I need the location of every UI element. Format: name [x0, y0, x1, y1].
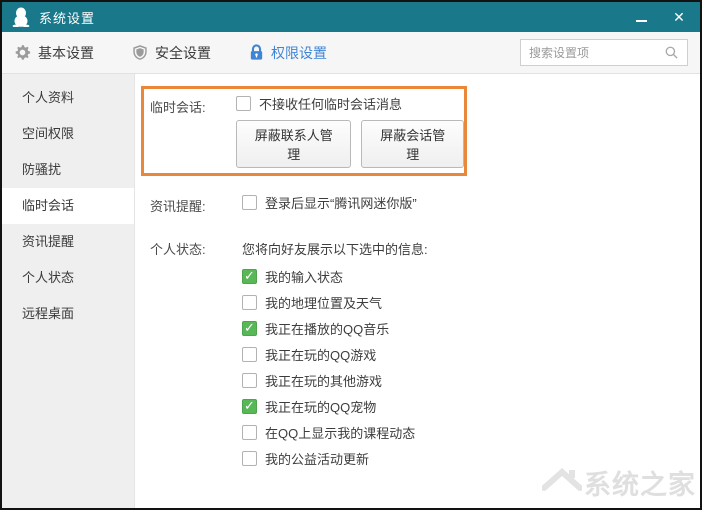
lock-icon — [250, 44, 263, 60]
checkbox-label: 我的地理位置及天气 — [265, 296, 383, 311]
checkbox-label: 我正在玩的其他游戏 — [265, 374, 383, 389]
watermark-house-icon — [542, 467, 582, 491]
status-option-other-games[interactable]: 我正在玩的其他游戏 — [242, 371, 700, 390]
checkbox-label: 我正在播放的QQ音乐 — [265, 322, 390, 337]
checkbox-label: 我正在玩的QQ宠物 — [265, 400, 377, 415]
checkbox[interactable] — [236, 96, 251, 111]
status-option-qq-games[interactable]: 我正在玩的QQ游戏 — [242, 345, 700, 364]
checkbox[interactable] — [242, 398, 257, 414]
status-option-typing[interactable]: 我的输入状态 — [242, 267, 700, 286]
checkbox-label: 我的公益活动更新 — [265, 452, 370, 467]
search-icon — [665, 46, 678, 59]
titlebar: 系统设置 ✕ — [2, 2, 700, 32]
checkbox[interactable] — [242, 347, 257, 362]
search-input[interactable] — [529, 45, 664, 60]
tab-label: 基本设置 — [38, 44, 94, 61]
tab-label: 安全设置 — [155, 44, 211, 61]
minimize-button[interactable] — [630, 8, 652, 26]
section-label: 资讯提醒: — [150, 199, 206, 214]
sidebar-item-anti-harassment[interactable]: 防骚扰 — [2, 152, 134, 188]
checkbox[interactable] — [242, 195, 257, 210]
checkbox-label: 我正在玩的QQ游戏 — [265, 348, 377, 363]
qq-penguin-icon — [12, 7, 30, 27]
sidebar-item-profile[interactable]: 个人资料 — [2, 80, 134, 116]
checkbox-label: 登录后显示“腾讯网迷你版” — [265, 196, 417, 211]
checkbox[interactable] — [242, 425, 257, 440]
section-label: 个人状态: — [150, 242, 206, 257]
checkbox-label: 我的输入状态 — [265, 270, 344, 285]
section-news-alert: 资讯提醒: 登录后显示“腾讯网迷你版” — [150, 193, 700, 215]
status-option-charity-updates[interactable]: 我的公益活动更新 — [242, 449, 700, 468]
status-option-course-updates[interactable]: 在QQ上显示我的课程动态 — [242, 423, 700, 442]
block-sessions-manage-button[interactable]: 屏蔽会话管理 — [361, 120, 464, 168]
section-temp-session: 临时会话: 不接收任何临时会话消息 屏蔽联系人管理 屏蔽会话管理 — [141, 86, 467, 176]
status-option-qq-music[interactable]: 我正在播放的QQ音乐 — [242, 319, 700, 338]
section-personal-status: 个人状态: 您将向好友展示以下选中的信息: 我的输入状态 我的地理位置及天气 我… — [150, 236, 700, 468]
close-button[interactable]: ✕ — [668, 8, 690, 26]
section-label: 远程桌面: — [150, 507, 242, 508]
minimize-icon — [635, 20, 647, 22]
checkbox-label: 允许远程桌面连接这台计算机 — [265, 507, 434, 508]
checkbox[interactable] — [242, 320, 257, 336]
sidebar-item-temp-session[interactable]: 临时会话 — [2, 188, 134, 224]
block-contacts-manage-button[interactable]: 屏蔽联系人管理 — [236, 120, 352, 168]
checkbox[interactable] — [242, 295, 257, 310]
settings-content: 临时会话: 不接收任何临时会话消息 屏蔽联系人管理 屏蔽会话管理 资讯提醒: 登… — [135, 74, 700, 508]
tab-bar: 基本设置 安全设置 权限设置 — [2, 32, 700, 74]
checkbox[interactable] — [242, 373, 257, 388]
gear-icon — [15, 45, 31, 60]
tab-label: 权限设置 — [271, 44, 327, 61]
personal-status-intro: 您将向好友展示以下选中的信息: — [242, 242, 428, 257]
status-option-qq-pet[interactable]: 我正在玩的QQ宠物 — [242, 397, 700, 416]
tab-basic-settings[interactable]: 基本设置 — [14, 43, 94, 63]
section-remote-desktop: 远程桌面: 允许远程桌面连接这台计算机 自动接受连接请求（建议您手动关闭Wind… — [150, 507, 700, 508]
tab-security-settings[interactable]: 安全设置 — [132, 43, 211, 63]
tab-permission-settings[interactable]: 权限设置 — [249, 43, 327, 63]
watermark: 系统之家 — [542, 463, 696, 502]
shield-icon — [133, 45, 147, 60]
settings-window: 系统设置 ✕ 基本设置 安全设置 权限设置 搜索设置项 个人资料 空间权限 防骚… — [0, 0, 702, 510]
window-title: 系统设置 — [39, 10, 96, 26]
watermark-text: 系统之家 — [584, 470, 696, 500]
sidebar-item-space-permissions[interactable]: 空间权限 — [2, 116, 134, 152]
sidebar-item-personal-status[interactable]: 个人状态 — [2, 260, 134, 296]
checkbox-label: 不接收任何临时会话消息 — [259, 97, 403, 112]
sidebar-item-remote-desktop[interactable]: 远程桌面 — [2, 296, 134, 332]
temp-session-option[interactable]: 不接收任何临时会话消息 — [236, 94, 464, 113]
settings-search — [520, 39, 688, 66]
remote-allow-option[interactable]: 允许远程桌面连接这台计算机 — [242, 507, 700, 508]
sidebar-item-news-alert[interactable]: 资讯提醒 — [2, 224, 134, 260]
status-option-location-weather[interactable]: 我的地理位置及天气 — [242, 293, 700, 312]
news-alert-option[interactable]: 登录后显示“腾讯网迷你版” — [242, 193, 700, 212]
checkbox[interactable] — [242, 451, 257, 466]
checkbox[interactable] — [242, 268, 257, 284]
checkbox-label: 在QQ上显示我的课程动态 — [265, 426, 416, 441]
sidebar: 个人资料 空间权限 防骚扰 临时会话 资讯提醒 个人状态 远程桌面 — [2, 74, 135, 508]
section-label: 临时会话: — [150, 100, 206, 115]
